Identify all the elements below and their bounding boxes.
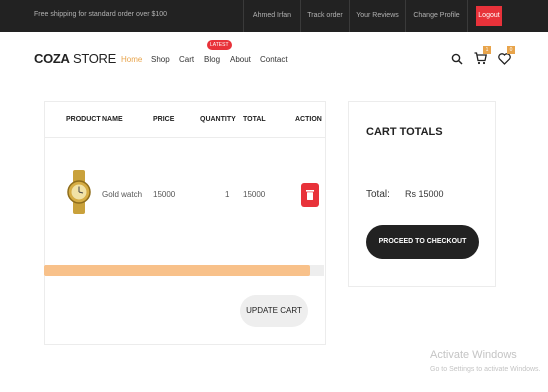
proceed-to-checkout-button[interactable]: PROCEED TO CHECKOUT — [366, 225, 479, 259]
column-header-total: TOTAL — [243, 116, 266, 123]
nav-shop[interactable]: Shop — [151, 55, 170, 64]
gold-watch-image — [62, 170, 96, 214]
column-header-price: PRICE — [153, 116, 175, 123]
item-quantity[interactable]: 1 — [225, 190, 229, 199]
column-header-product: PRODUCT — [66, 116, 101, 123]
heart-icon[interactable] — [498, 52, 511, 70]
column-header-quantity: QUANTITY — [200, 116, 236, 123]
nav-contact[interactable]: Contact — [260, 55, 288, 64]
activate-windows-subtitle: Go to Settings to activate Windows. — [430, 366, 541, 373]
item-price: 15000 — [153, 190, 176, 199]
item-total: 15000 — [243, 190, 266, 199]
your-reviews-link[interactable]: Your Reviews — [349, 0, 405, 32]
item-name: Gold watch — [102, 190, 143, 199]
column-header-name: NAME — [102, 116, 123, 123]
user-name-link[interactable]: Ahmed Irfan — [243, 0, 300, 32]
cart-count-badge: 1 — [483, 46, 491, 54]
total-label: Total: — [366, 189, 390, 200]
nav-blog[interactable]: Blog — [204, 55, 220, 64]
activate-windows-title: Activate Windows — [430, 349, 517, 361]
cart-icon[interactable] — [474, 52, 488, 70]
delete-item-button[interactable] — [301, 183, 319, 207]
update-cart-button[interactable]: UPDATE CART — [240, 295, 308, 327]
change-profile-link[interactable]: Change Profile — [405, 0, 468, 32]
cart-totals-title: CART TOTALS — [366, 126, 443, 138]
nav-cart[interactable]: Cart — [179, 55, 194, 64]
column-header-action: ACTION — [295, 116, 322, 123]
logout-button[interactable]: Logout — [476, 6, 502, 26]
wishlist-count-badge: 0 — [507, 46, 515, 54]
total-value: Rs 15000 — [405, 189, 444, 199]
track-order-link[interactable]: Track order — [300, 0, 349, 32]
table-divider — [45, 137, 325, 138]
latest-badge: LATEST — [207, 40, 232, 50]
nav-home[interactable]: Home — [121, 55, 142, 64]
cart-progress-bar — [44, 265, 324, 276]
shipping-notice: Free shipping for standard order over $1… — [34, 11, 168, 18]
top-bar: Free shipping for standard order over $1… — [0, 0, 548, 32]
main-header: COZA STORE Home Shop Cart LATEST Blog Ab… — [0, 32, 548, 88]
trash-icon — [306, 190, 314, 200]
store-logo[interactable]: COZA STORE — [34, 51, 116, 66]
search-icon[interactable] — [451, 52, 463, 70]
nav-about[interactable]: About — [230, 55, 251, 64]
cart-progress-fill — [44, 265, 310, 276]
